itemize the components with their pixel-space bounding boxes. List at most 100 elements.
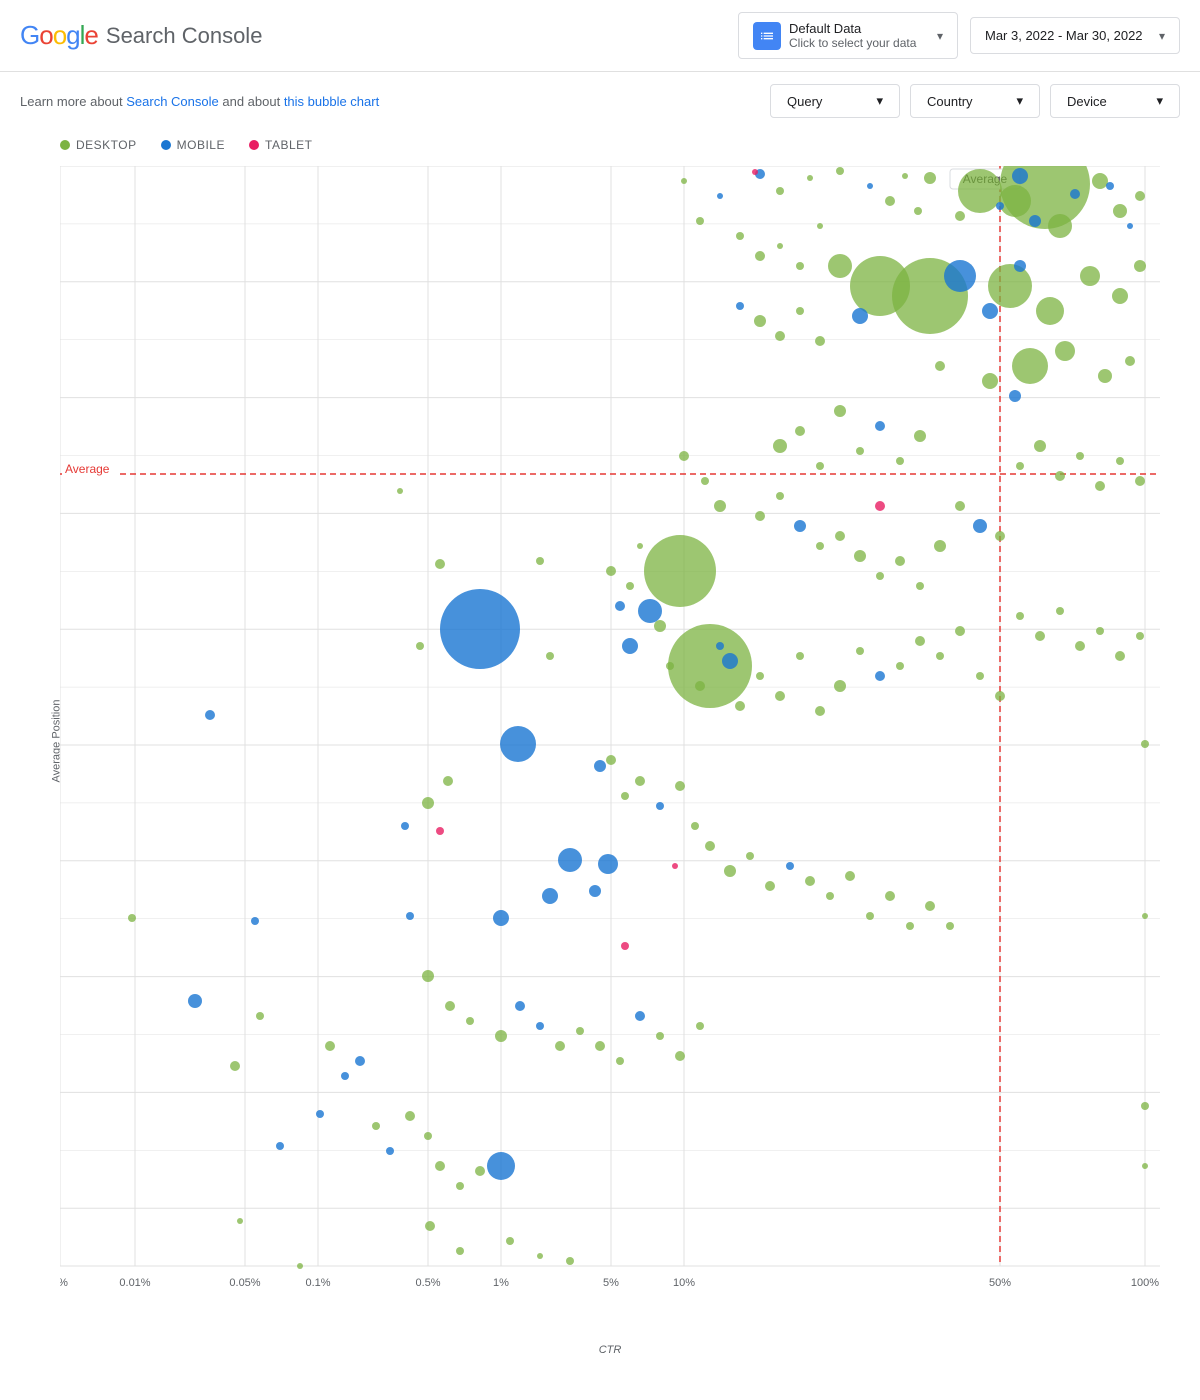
- bubble[interactable]: [558, 848, 582, 872]
- bubble[interactable]: [1012, 348, 1048, 384]
- bubble[interactable]: [626, 582, 634, 590]
- bubble[interactable]: [936, 652, 944, 660]
- bubble[interactable]: [536, 557, 544, 565]
- bubble[interactable]: [589, 885, 601, 897]
- bubble[interactable]: [836, 167, 844, 175]
- bubble[interactable]: [1115, 651, 1125, 661]
- bubble[interactable]: [1092, 173, 1108, 189]
- bubble[interactable]: [416, 642, 424, 650]
- device-filter[interactable]: Device ▾: [1050, 84, 1180, 118]
- bubble[interactable]: [435, 1161, 445, 1171]
- bubble[interactable]: [1036, 297, 1064, 325]
- bubble[interactable]: [796, 652, 804, 660]
- bubble[interactable]: [542, 888, 558, 904]
- bubble[interactable]: [656, 802, 664, 810]
- bubble[interactable]: [944, 260, 976, 292]
- bubble[interactable]: [654, 620, 666, 632]
- bubble[interactable]: [506, 1237, 514, 1245]
- bubble[interactable]: [815, 706, 825, 716]
- bubble[interactable]: [817, 223, 823, 229]
- bubble[interactable]: [914, 430, 926, 442]
- bubble[interactable]: [341, 1072, 349, 1080]
- bubble[interactable]: [696, 217, 704, 225]
- bubble[interactable]: [696, 1022, 704, 1030]
- bubble[interactable]: [1096, 627, 1104, 635]
- bubble[interactable]: [856, 447, 864, 455]
- bubble[interactable]: [775, 691, 785, 701]
- bubble[interactable]: [735, 701, 745, 711]
- bubble[interactable]: [815, 336, 825, 346]
- bubble[interactable]: [716, 642, 724, 650]
- bubble[interactable]: [914, 207, 922, 215]
- bubble[interactable]: [487, 1152, 515, 1180]
- bubble[interactable]: [230, 1061, 240, 1071]
- bubble[interactable]: [854, 550, 866, 562]
- bubble[interactable]: [425, 1221, 435, 1231]
- bubble[interactable]: [796, 307, 804, 315]
- bubble[interactable]: [1034, 440, 1046, 452]
- bubble[interactable]: [773, 439, 787, 453]
- bubble[interactable]: [1029, 215, 1041, 227]
- bubble[interactable]: [445, 1001, 455, 1011]
- bubble[interactable]: [796, 262, 804, 270]
- bubble[interactable]: [807, 175, 813, 181]
- bubble[interactable]: [406, 912, 414, 920]
- bubble[interactable]: [955, 501, 965, 511]
- bubble[interactable]: [595, 1041, 605, 1051]
- bubble[interactable]: [675, 781, 685, 791]
- bubble[interactable]: [995, 691, 1005, 701]
- bubble[interactable]: [1075, 641, 1085, 651]
- bubble[interactable]: [422, 970, 434, 982]
- bubble[interactable]: [576, 1027, 584, 1035]
- bubble[interactable]: [875, 501, 885, 511]
- bubble[interactable]: [867, 183, 873, 189]
- bubble[interactable]: [1055, 471, 1065, 481]
- bubble[interactable]: [1141, 740, 1149, 748]
- bubble[interactable]: [973, 519, 987, 533]
- bubble[interactable]: [915, 636, 925, 646]
- bubble[interactable]: [765, 881, 775, 891]
- bubble[interactable]: [546, 652, 554, 660]
- bubble[interactable]: [695, 681, 705, 691]
- bubble[interactable]: [621, 942, 629, 950]
- bubble[interactable]: [1070, 189, 1080, 199]
- bubble[interactable]: [1142, 913, 1148, 919]
- bubble[interactable]: [777, 243, 783, 249]
- bubble[interactable]: [795, 426, 805, 436]
- bubble[interactable]: [828, 254, 852, 278]
- bubble[interactable]: [995, 531, 1005, 541]
- bubble[interactable]: [316, 1110, 324, 1118]
- bubble[interactable]: [606, 755, 616, 765]
- bubble[interactable]: [805, 876, 815, 886]
- bubble[interactable]: [786, 862, 794, 870]
- bubble[interactable]: [1135, 476, 1145, 486]
- bubble[interactable]: [1142, 1163, 1148, 1169]
- bubble[interactable]: [1012, 168, 1028, 184]
- bubble[interactable]: [536, 1022, 544, 1030]
- bubble[interactable]: [566, 1257, 574, 1265]
- bubble[interactable]: [924, 172, 936, 184]
- bubble[interactable]: [852, 308, 868, 324]
- bubble[interactable]: [866, 912, 874, 920]
- bubble[interactable]: [746, 852, 754, 860]
- bubble[interactable]: [128, 914, 136, 922]
- bubble[interactable]: [1116, 457, 1124, 465]
- bubble[interactable]: [896, 457, 904, 465]
- bubble[interactable]: [456, 1182, 464, 1190]
- bubble[interactable]: [440, 589, 520, 669]
- bubble[interactable]: [355, 1056, 365, 1066]
- bubble[interactable]: [621, 792, 629, 800]
- bubble[interactable]: [958, 169, 1002, 213]
- bubble[interactable]: [401, 822, 409, 830]
- date-selector[interactable]: Mar 3, 2022 - Mar 30, 2022 ▾: [970, 17, 1180, 54]
- bubble[interactable]: [598, 854, 618, 874]
- bubble[interactable]: [754, 315, 766, 327]
- bubble[interactable]: [256, 1012, 264, 1020]
- bubble[interactable]: [982, 303, 998, 319]
- bubble[interactable]: [422, 797, 434, 809]
- country-filter[interactable]: Country ▾: [910, 84, 1040, 118]
- bubble[interactable]: [668, 624, 752, 708]
- bubble[interactable]: [722, 653, 738, 669]
- bubble[interactable]: [999, 185, 1031, 217]
- search-console-link[interactable]: Search Console: [126, 94, 219, 109]
